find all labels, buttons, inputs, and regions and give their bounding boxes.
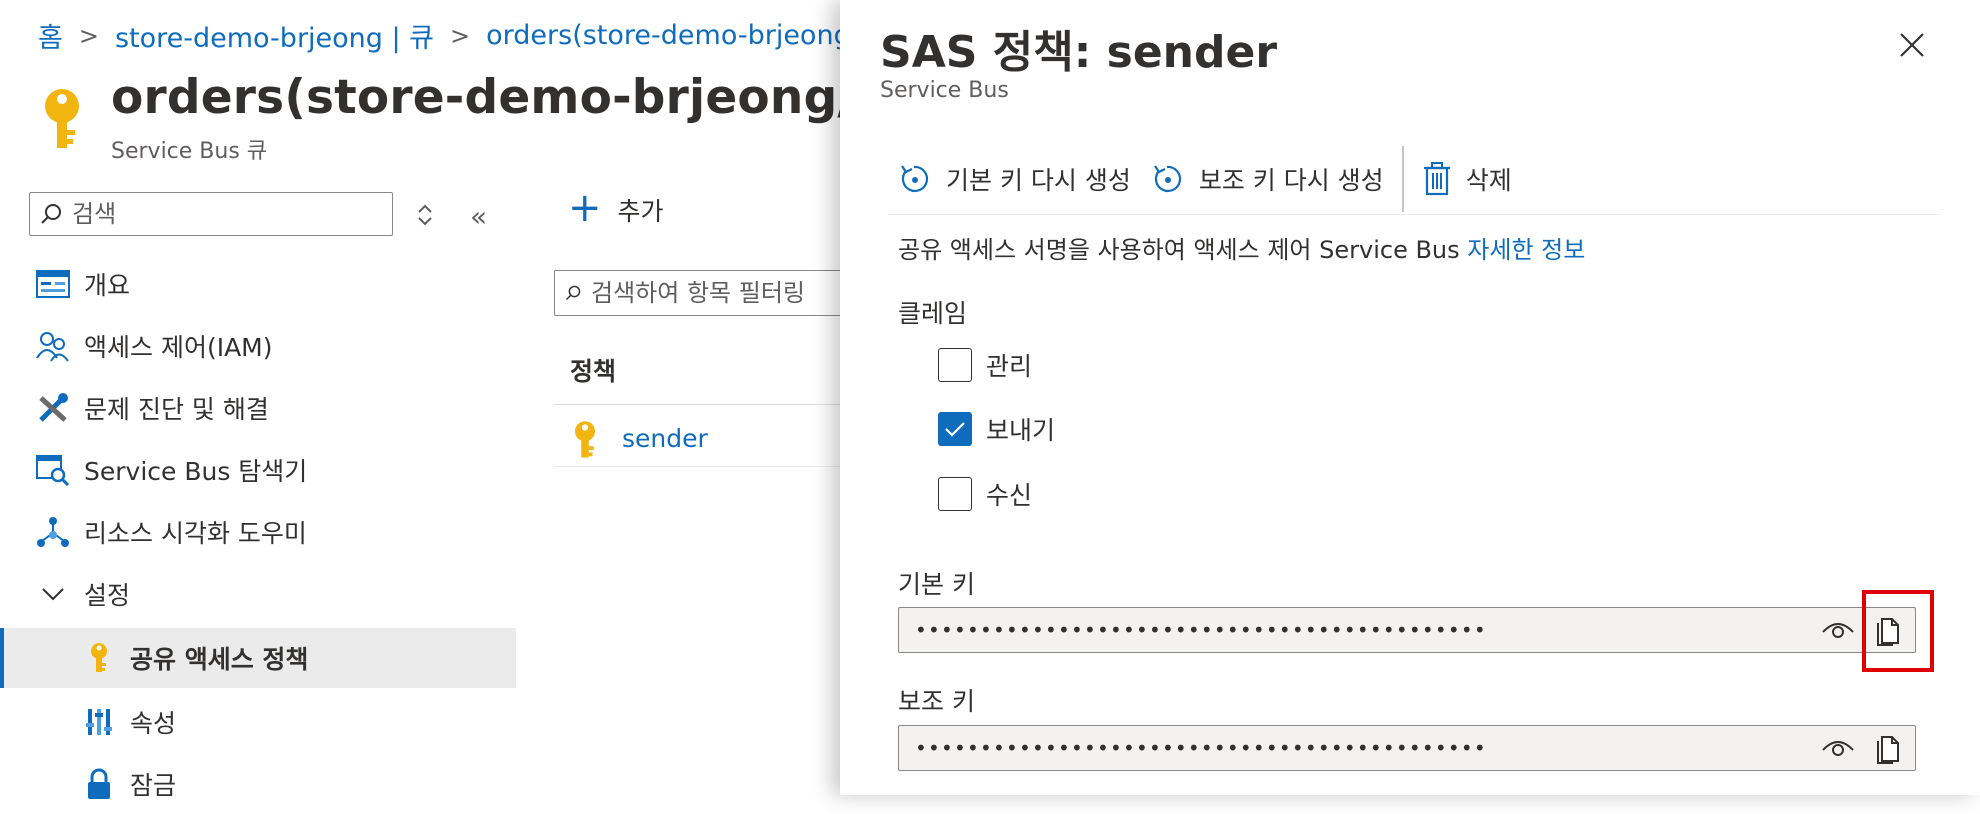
overview-icon xyxy=(36,267,70,301)
sidebar-search[interactable] xyxy=(29,192,393,236)
lock-icon xyxy=(82,767,116,801)
sidebar-item-diagnose[interactable]: 문제 진단 및 해결 xyxy=(0,378,516,438)
panel-toolbar: 기본 키 다시 생성 보조 키 다시 생성 삭제 xyxy=(888,146,1522,212)
sidebar-item-label: 리소스 시각화 도우미 xyxy=(84,519,307,548)
copy-highlight-box xyxy=(1862,590,1934,672)
secondary-key-label: 보조 키 xyxy=(898,687,975,716)
sidebar-item-label: 잠금 xyxy=(130,771,177,800)
sidebar-item-iam[interactable]: 액세스 제어(IAM) xyxy=(0,316,516,376)
show-key-icon[interactable] xyxy=(1821,736,1855,760)
collapse-sidebar-icon[interactable]: « xyxy=(470,200,487,233)
panel-description: 공유 액세스 서명을 사용하여 액세스 제어 Service Bus 자세한 정… xyxy=(898,236,1586,264)
claims-label: 클레임 xyxy=(898,299,968,328)
divider xyxy=(554,466,854,467)
people-icon xyxy=(36,329,70,363)
filter-search[interactable] xyxy=(554,270,854,316)
claim-send-checkbox[interactable]: 보내기 xyxy=(938,411,1055,447)
key-icon xyxy=(82,641,116,675)
claim-manage-checkbox[interactable]: 관리 xyxy=(938,347,1032,383)
regenerate-secondary-key-button[interactable]: 보조 키 다시 생성 xyxy=(1141,146,1394,212)
sidebar-search-input[interactable] xyxy=(70,199,374,229)
sidebar-item-label: 속성 xyxy=(130,709,177,738)
trash-icon xyxy=(1423,162,1450,196)
key-icon xyxy=(575,421,595,458)
checkmark-icon xyxy=(945,422,965,437)
divider xyxy=(888,214,1940,215)
refresh-icon xyxy=(1153,165,1181,192)
sidebar-item-label: 액세스 제어(IAM) xyxy=(84,333,273,362)
wrench-icon xyxy=(36,391,70,425)
copy-icon[interactable] xyxy=(1873,732,1901,764)
primary-key-value[interactable]: ••••••••••••••••••••••••••••••••••••••••… xyxy=(915,618,1821,642)
page-subtitle: Service Bus 큐 xyxy=(111,139,268,164)
panel-subtitle: Service Bus xyxy=(880,78,1009,103)
sidebar-item-locks[interactable]: 잠금 xyxy=(0,754,516,814)
sidebar-item-label: 설정 xyxy=(84,581,131,610)
search-icon xyxy=(565,285,581,301)
breadcrumb-home[interactable]: 홈 xyxy=(38,16,63,55)
regenerate-primary-key-button[interactable]: 기본 키 다시 생성 xyxy=(888,146,1141,212)
primary-key-field[interactable]: ••••••••••••••••••••••••••••••••••••••••… xyxy=(898,607,1916,653)
search-icon xyxy=(41,204,61,224)
add-button[interactable]: + 추가 xyxy=(568,188,664,228)
filter-input[interactable] xyxy=(589,278,853,308)
learn-more-link[interactable]: 자세한 정보 xyxy=(1467,236,1585,264)
sas-policy-panel: SAS 정책: sender Service Bus 기본 키 다시 생성 보조… xyxy=(840,0,1980,795)
claim-listen-checkbox[interactable]: 수신 xyxy=(938,476,1032,512)
sidebar-item-properties[interactable]: 속성 xyxy=(0,692,516,752)
breadcrumb: 홈 > store-demo-brjeong | 큐 > orders(stor… xyxy=(38,16,902,55)
show-key-icon[interactable] xyxy=(1821,618,1855,642)
secondary-key-field[interactable]: ••••••••••••••••••••••••••••••••••••••••… xyxy=(898,725,1916,771)
sidebar-item-label: 문제 진단 및 해결 xyxy=(84,395,269,424)
explorer-icon xyxy=(36,453,70,487)
delete-button[interactable]: 삭제 xyxy=(1412,146,1522,212)
sidebar-item-label: 공유 액세스 정책 xyxy=(130,645,309,674)
close-icon[interactable] xyxy=(1895,28,1929,62)
primary-key-label: 기본 키 xyxy=(898,570,975,599)
sidebar-item-label: Service Bus 탐색기 xyxy=(84,457,308,486)
secondary-key-value[interactable]: ••••••••••••••••••••••••••••••••••••••••… xyxy=(915,736,1821,760)
breadcrumb-namespace[interactable]: store-demo-brjeong | 큐 xyxy=(115,16,434,55)
chevron-right-icon: > xyxy=(450,21,471,50)
checkbox[interactable] xyxy=(938,412,972,446)
sidebar-item-explorer[interactable]: Service Bus 탐색기 xyxy=(0,440,516,500)
sidebar-item-shared-access-policies[interactable]: 공유 액세스 정책 xyxy=(0,628,516,688)
policy-link-sender[interactable]: sender xyxy=(622,424,708,453)
checkbox[interactable] xyxy=(938,348,972,382)
properties-icon xyxy=(82,705,116,739)
sidebar-item-visualizer[interactable]: 리소스 시각화 도우미 xyxy=(0,502,516,562)
panel-title: SAS 정책: sender xyxy=(880,27,1278,78)
chevron-down-icon xyxy=(36,577,70,611)
sidebar-item-label: 개요 xyxy=(84,271,131,300)
column-header-policy[interactable]: 정책 xyxy=(570,352,616,388)
chevron-right-icon: > xyxy=(78,21,99,50)
hierarchy-icon xyxy=(36,515,70,549)
sidebar-group-settings[interactable]: 설정 xyxy=(0,564,516,624)
divider xyxy=(554,404,854,405)
key-icon xyxy=(45,89,79,148)
toolbar-divider xyxy=(1401,146,1404,212)
checkbox[interactable] xyxy=(938,477,972,511)
plus-icon: + xyxy=(568,185,602,231)
sort-updown-icon[interactable] xyxy=(415,202,435,228)
refresh-icon xyxy=(901,165,929,192)
sidebar-item-overview[interactable]: 개요 xyxy=(0,254,516,314)
